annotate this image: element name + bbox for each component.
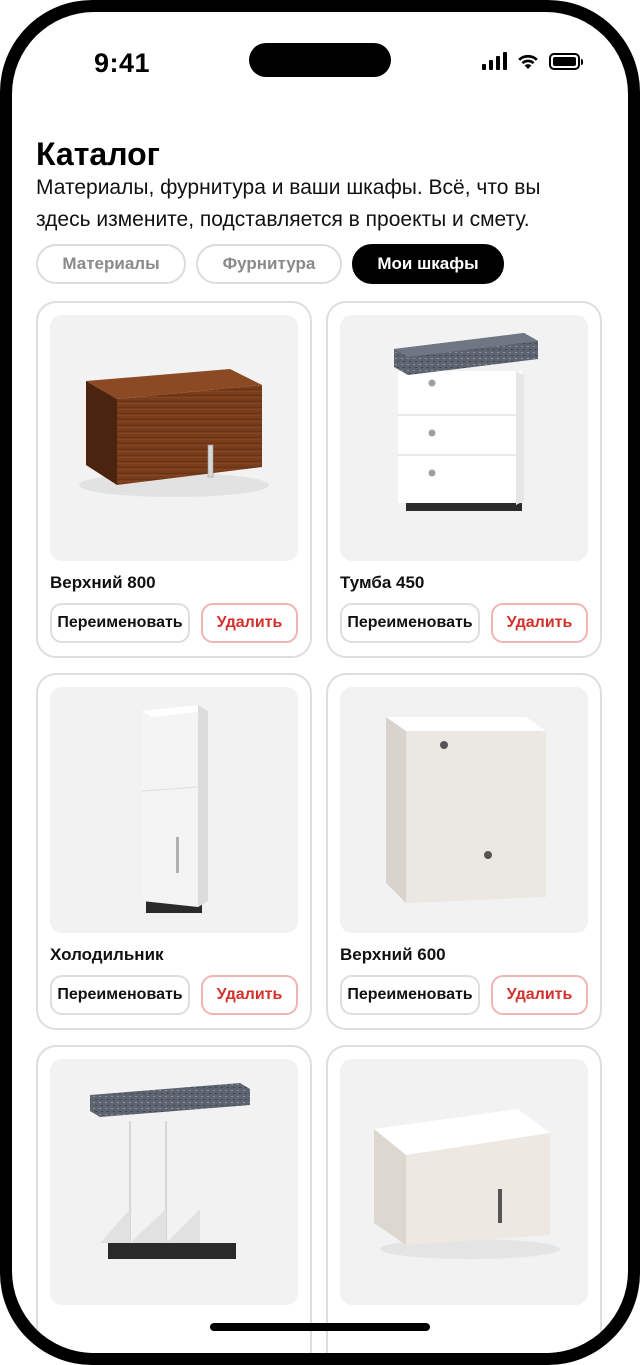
cabinet-card: [36, 1045, 312, 1353]
screen: 9:41 Каталог Материалы, фурнитура и ваши…: [12, 12, 628, 1353]
home-indicator[interactable]: [210, 1323, 430, 1331]
cabinet-name: Верхний 600: [340, 945, 446, 964]
delete-button[interactable]: Удалить: [491, 603, 588, 643]
dynamic-island: [249, 43, 391, 77]
phone-frame: 9:41 Каталог Материалы, фурнитура и ваши…: [0, 0, 640, 1365]
rename-button[interactable]: Переименовать: [340, 603, 480, 643]
cabinet-card: [326, 1045, 602, 1353]
cabinet-name: Верхний 800: [50, 573, 156, 592]
status-time: 9:41: [94, 48, 151, 78]
delete-button[interactable]: Удалить: [491, 975, 588, 1015]
cabinet-preview: [340, 1059, 588, 1305]
cabinet-preview: [50, 1059, 298, 1305]
cabinet-preview: [340, 315, 588, 561]
cabinet-preview: [340, 687, 588, 933]
wood-wall-cabinet-image: [79, 369, 269, 497]
card-actions: Переименовать Удалить: [340, 603, 588, 643]
tab-materials[interactable]: Материалы: [36, 244, 186, 284]
delete-button[interactable]: Удалить: [201, 975, 298, 1015]
rename-button[interactable]: Переименовать: [340, 975, 480, 1015]
card-actions: Переименовать Удалить: [340, 975, 588, 1015]
cabinet-grid: Верхний 800 Переименовать Удалить Тумба …: [36, 301, 604, 1353]
tab-hardware[interactable]: Фурнитура: [196, 244, 342, 284]
rename-button[interactable]: Переименовать: [50, 975, 190, 1015]
tall-fridge-cabinet-image: [141, 705, 208, 913]
cabinet-card: Тумба 450 Переименовать Удалить: [326, 301, 602, 658]
status-icons: [482, 52, 583, 70]
page-subtitle: Материалы, фурнитура и ваши шкафы. Всё, …: [36, 176, 541, 231]
cabinet-card: Верхний 600 Переименовать Удалить: [326, 673, 602, 1030]
wifi-icon: [518, 54, 538, 69]
battery-icon: [549, 52, 583, 70]
cabinet-preview: [50, 315, 298, 561]
card-actions: Переименовать Удалить: [50, 603, 298, 643]
card-actions: Переименовать Удалить: [50, 975, 298, 1015]
wall-cabinet-600-image: [386, 717, 546, 903]
catalog-tabs: Материалы Фурнитура Мои шкафы: [36, 244, 504, 284]
page-title: Каталог: [36, 136, 160, 172]
cabinet-card: Верхний 800 Переименовать Удалить: [36, 301, 312, 658]
delete-button[interactable]: Удалить: [201, 603, 298, 643]
cabinet-name: Холодильник: [50, 945, 164, 964]
signal-icon: [482, 52, 507, 70]
open-shelf-base-cabinet-image: [90, 1083, 250, 1259]
cabinet-name: Тумба 450: [340, 573, 425, 592]
cabinet-card: Холодильник Переименовать Удалить: [36, 673, 312, 1030]
white-wall-cabinet-image: [374, 1109, 560, 1259]
rename-button[interactable]: Переименовать: [50, 603, 190, 643]
drawer-base-cabinet-image: [394, 333, 538, 511]
tab-my-cabinets[interactable]: Мои шкафы: [352, 244, 504, 284]
cabinet-preview: [50, 687, 298, 933]
